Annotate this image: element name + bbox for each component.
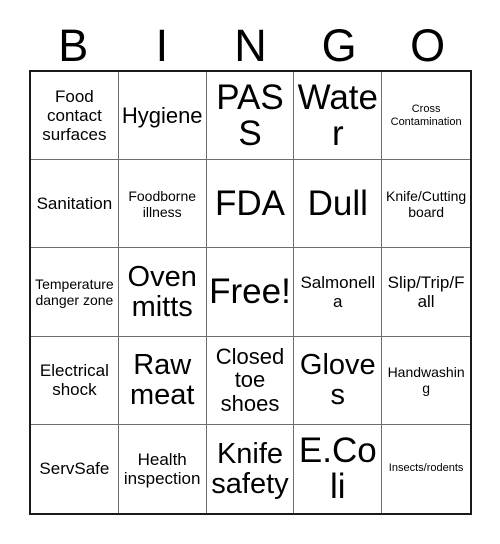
- bingo-cell-r1c5[interactable]: Cross Contamination: [382, 72, 470, 161]
- bingo-cell-r4c1[interactable]: Electrical shock: [31, 336, 119, 425]
- bingo-cell-r5c1[interactable]: ServSafe: [31, 424, 119, 513]
- bingo-cell-label: ServSafe: [39, 459, 110, 479]
- bingo-cell-r3c5[interactable]: Slip/Trip/Fall: [382, 248, 470, 337]
- bingo-cell-r2c4[interactable]: Dull: [294, 160, 383, 249]
- bingo-cell-label: Raw meat: [129, 349, 195, 412]
- bingo-header-letter-b: B: [58, 20, 89, 71]
- bingo-cell-label: Knife safety: [211, 437, 289, 500]
- bingo-header-letter-n: N: [234, 20, 267, 71]
- bingo-cell-label: Dull: [307, 183, 368, 223]
- bingo-cell-label: Electrical shock: [39, 361, 109, 400]
- bingo-header-row: B I N G O: [29, 14, 472, 70]
- bingo-cell-r3c3[interactable]: Free!: [206, 248, 295, 337]
- bingo-cell-label: Water: [297, 77, 378, 153]
- bingo-header-letter-i: I: [155, 20, 169, 71]
- bingo-cell-label: Cross Contamination: [390, 102, 462, 128]
- bingo-cell-label: PASS: [216, 77, 284, 153]
- bingo-cell-r3c2[interactable]: Oven mitts: [118, 248, 207, 337]
- bingo-cell-label: Food contact surfaces: [42, 87, 107, 145]
- bingo-cell-r5c4[interactable]: E.Coli: [294, 424, 383, 513]
- bingo-cell-r4c2[interactable]: Raw meat: [118, 336, 207, 425]
- bingo-cell-label: Slip/Trip/Fall: [387, 272, 465, 311]
- bingo-cell-r5c3[interactable]: Knife safety: [207, 424, 295, 513]
- bingo-cell-label: Oven mitts: [127, 260, 197, 323]
- bingo-grid: Food contact surfaces Hygiene PASS Water Cro…: [29, 70, 472, 515]
- bingo-cell-label: Free!: [209, 272, 291, 312]
- bingo-card: B I N G O Food contact surfaces Hygiene PA…: [0, 0, 500, 544]
- bingo-cell-label: E.Coli: [298, 431, 377, 506]
- bingo-cell-label: Gloves: [299, 349, 376, 412]
- bingo-cell-r1c2[interactable]: Hygiene: [118, 72, 207, 161]
- bingo-cell-label: Salmonella: [300, 272, 376, 311]
- bingo-cell-label: FDA: [214, 183, 285, 223]
- bingo-cell-label: Insects/rodents: [388, 462, 464, 475]
- bingo-cell-r5c2[interactable]: Health inspection: [119, 424, 207, 513]
- bingo-cell-r3c1[interactable]: Temperature danger zone: [31, 248, 119, 337]
- bingo-cell-r3c4[interactable]: Salmonella: [294, 248, 383, 337]
- bingo-cell-r1c3[interactable]: PASS: [206, 72, 295, 161]
- bingo-cell-r4c4[interactable]: Gloves: [294, 336, 383, 425]
- bingo-cell-r2c3[interactable]: FDA: [206, 160, 295, 249]
- bingo-cell-label: Handwashing: [387, 364, 465, 397]
- bingo-cell-r1c1[interactable]: Food contact surfaces: [31, 72, 119, 161]
- bingo-cell-label: Health inspection: [123, 449, 201, 488]
- bingo-cell-r4c3[interactable]: Closed toe shoes: [206, 336, 295, 425]
- bingo-cell-label: Foodborne illness: [128, 187, 197, 220]
- bingo-cell-label: Knife/Cutting board: [386, 187, 467, 220]
- bingo-cell-label: Sanitation: [36, 194, 113, 214]
- bingo-cell-label: Temperature danger zone: [35, 275, 114, 308]
- bingo-cell-r1c4[interactable]: Water: [294, 72, 383, 161]
- bingo-header-letter-o: O: [410, 20, 446, 71]
- bingo-cell-r4c5[interactable]: Handwashing: [382, 337, 470, 425]
- bingo-cell-r5c5[interactable]: Insects/rodents: [382, 425, 470, 513]
- bingo-cell-r2c2[interactable]: Foodborne illness: [118, 160, 207, 249]
- bingo-cell-r2c1[interactable]: Sanitation: [31, 160, 119, 249]
- bingo-cell-r2c5[interactable]: Knife/Cutting board: [382, 160, 470, 249]
- bingo-header-letter-g: G: [321, 20, 357, 71]
- bingo-cell-label: Hygiene: [121, 102, 203, 128]
- bingo-cell-label: Closed toe shoes: [215, 343, 285, 417]
